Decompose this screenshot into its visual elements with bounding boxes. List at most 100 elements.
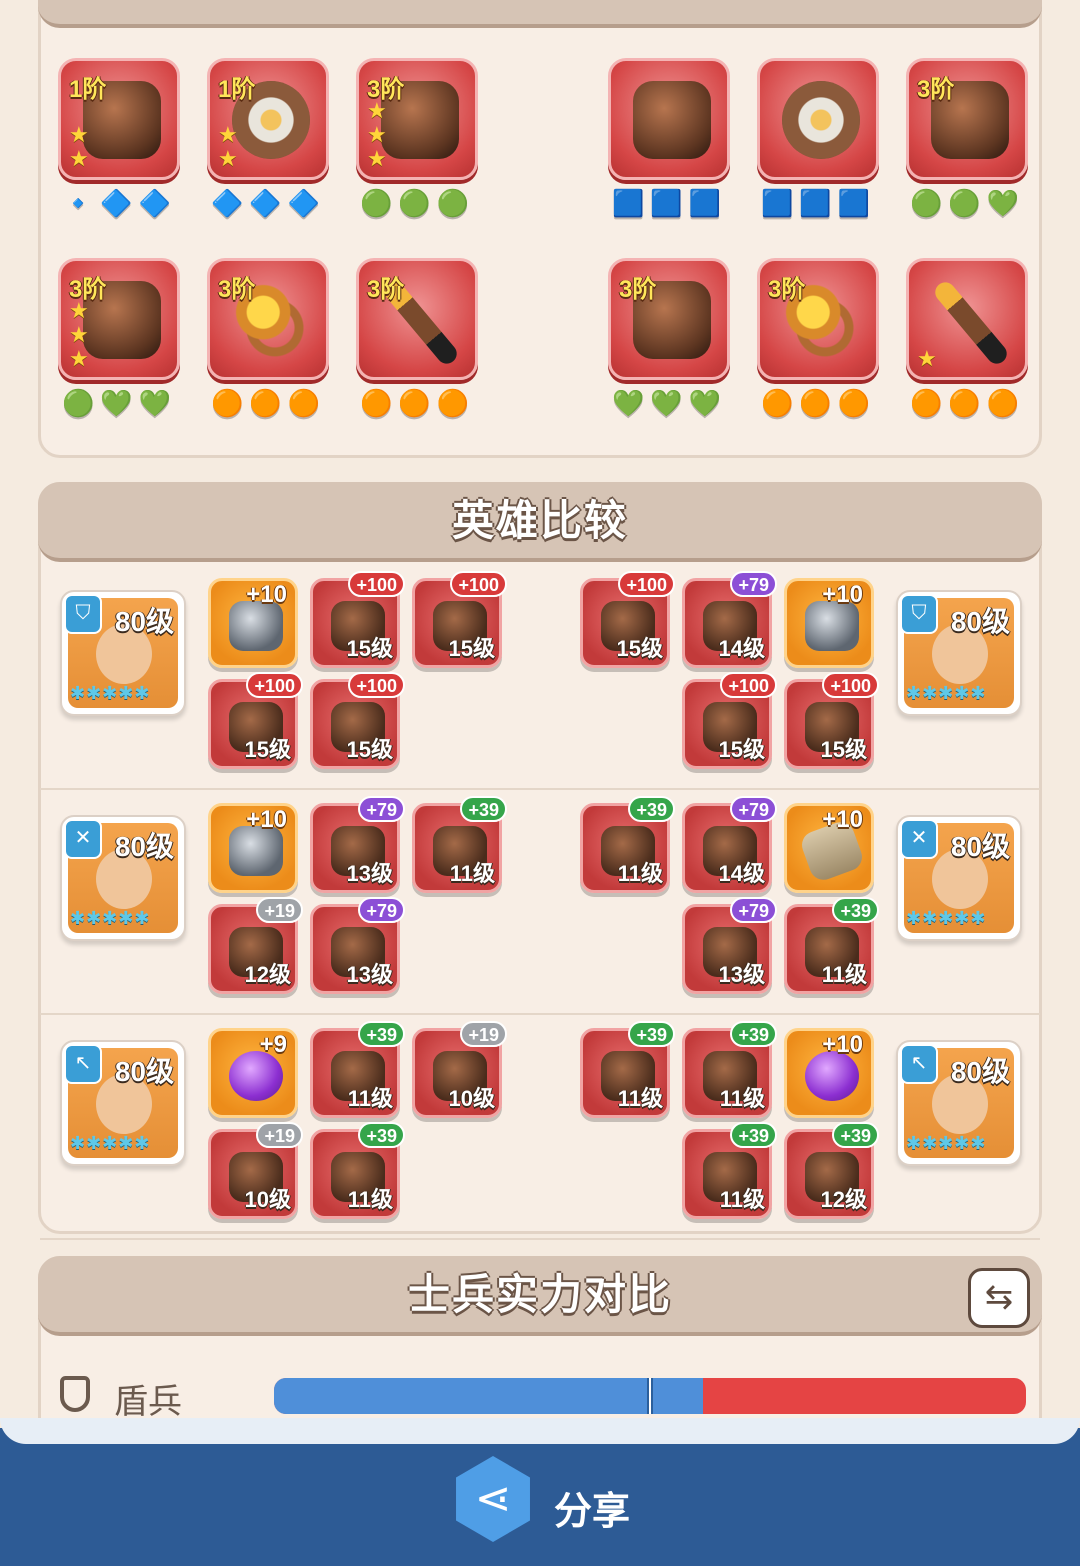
gear-bonus-badge: +19 <box>460 1021 507 1047</box>
hero-gear-slot[interactable]: +10 <box>784 803 874 893</box>
hero-stars: ✱✱✱✱✱ <box>70 1133 151 1153</box>
equipment-slot-right-2[interactable] <box>757 58 879 180</box>
hero-card-right[interactable]: ↖ 80级 ✱✱✱✱✱ <box>896 1040 1022 1166</box>
hero-gear-slot[interactable]: +9 <box>208 1028 298 1118</box>
gear-level: 15级 <box>718 737 765 762</box>
hero-gear-slot[interactable]: +19 10级 <box>208 1122 303 1219</box>
hero-gear-slot[interactable]: +10 <box>208 803 298 893</box>
equipment-stars: ★★ <box>218 122 238 171</box>
gear-level: 11级 <box>617 861 663 886</box>
gear-level: 11级 <box>617 1086 663 1111</box>
gear-bonus-badge: +39 <box>358 1021 405 1047</box>
hero-gear-slot[interactable]: +39 11级 <box>682 1122 777 1219</box>
hero-gear-slot[interactable]: +100 15级 <box>784 672 879 769</box>
hero-card-left[interactable]: ⛉ 80级 ✱✱✱✱✱ <box>60 590 186 716</box>
soldier-row-shield: 盾兵 <box>56 1372 1026 1421</box>
gear-level: 14级 <box>718 861 765 886</box>
hero-gear-slot[interactable]: +79 14级 <box>682 796 777 893</box>
hero-gear-slot[interactable]: +39 11级 <box>412 796 507 893</box>
soldier-compare-title: 士兵实力对比 <box>407 1271 672 1318</box>
shield-icon: ⛉ <box>64 594 102 634</box>
gem-sockets: 🟢💚💚 <box>62 388 178 418</box>
hero-compare-title: 英雄比较 <box>451 497 628 544</box>
hero-gear-slot[interactable]: +39 12级 <box>784 1122 879 1219</box>
hero-stars: ✱✱✱✱✱ <box>906 908 987 928</box>
hero-gear-slot[interactable]: +79 14级 <box>682 571 777 668</box>
gear-level: 11级 <box>719 1086 765 1111</box>
equipment-compare-panel <box>38 0 1042 458</box>
hero-gear-slot[interactable]: +10 <box>208 578 298 668</box>
hero-gear-slot[interactable]: +100 15级 <box>310 672 405 769</box>
gear-level: 14级 <box>718 636 765 661</box>
hero-level: 80级 <box>950 831 1010 862</box>
swap-button[interactable]: ⇆ <box>968 1268 1030 1328</box>
equipment-slot-right-1[interactable] <box>608 58 730 180</box>
equipment-slot-left-4[interactable]: 3阶 ★★★ <box>58 258 180 380</box>
equipment-slot-left-6[interactable]: 3阶 <box>356 258 478 380</box>
gear-level: 13级 <box>346 962 393 987</box>
hero-gear-slot[interactable]: +10 <box>784 578 874 668</box>
hero-level: 80级 <box>114 831 174 862</box>
equipment-slot-right-6[interactable]: ★ <box>906 258 1028 380</box>
gear-bonus-badge: +100 <box>348 571 405 597</box>
gear-bonus-badge: +39 <box>832 897 879 923</box>
gear-bonus-badge: +100 <box>618 571 675 597</box>
hero-gear-slot[interactable]: +10 <box>784 1028 874 1118</box>
crossbow-icon: ✕ <box>900 819 938 859</box>
equipment-slot-left-5[interactable]: 3阶 <box>207 258 329 380</box>
hero-gear-slot[interactable]: +79 13级 <box>682 897 777 994</box>
divider <box>40 1013 1040 1015</box>
hero-gear-slot[interactable]: +100 15级 <box>682 672 777 769</box>
player-power-fill <box>274 1378 703 1414</box>
equipment-slot-right-4[interactable]: 3阶 <box>608 258 730 380</box>
share-label[interactable]: 分享 <box>554 1480 630 1535</box>
gear-bonus-badge: +19 <box>256 897 303 923</box>
hero-gear-slot[interactable]: +39 11级 <box>682 1021 777 1118</box>
equipment-slot-left-2[interactable]: 1阶 ★★ <box>207 58 329 180</box>
gear-level: 15级 <box>448 636 495 661</box>
gear-level: 12级 <box>244 962 291 987</box>
hero-card-left[interactable]: ✕ 80级 ✱✱✱✱✱ <box>60 815 186 941</box>
equipment-slot-left-3[interactable]: 3阶 ★★★ <box>356 58 478 180</box>
hero-card-right[interactable]: ⛉ 80级 ✱✱✱✱✱ <box>896 590 1022 716</box>
hero-gear-slot[interactable]: +39 11级 <box>310 1021 405 1118</box>
gem-sockets: 🟠🟠🟠 <box>360 388 476 418</box>
equipment-tier: 3阶 <box>768 276 806 303</box>
equipment-tier: 1阶 <box>69 76 107 103</box>
equipment-stars: ★ <box>917 346 937 371</box>
equipment-stars: ★★★ <box>69 298 89 371</box>
gear-bonus-badge: +79 <box>730 897 777 923</box>
midpoint-marker <box>647 1378 653 1414</box>
gear-bonus-badge: +39 <box>730 1122 777 1148</box>
gear-level: 11级 <box>347 1187 393 1212</box>
equipment-slot-right-5[interactable]: 3阶 <box>757 258 879 380</box>
hero-gear-slot[interactable]: +100 15级 <box>208 672 303 769</box>
hero-gear-slot[interactable]: +100 15级 <box>310 571 405 668</box>
hero-gear-slot[interactable]: +39 11级 <box>310 1122 405 1219</box>
hero-gear-slot[interactable]: +79 13级 <box>310 796 405 893</box>
gear-bonus-badge: +100 <box>720 672 777 698</box>
equipment-tier: 3阶 <box>917 76 955 103</box>
hero-card-left[interactable]: ↖ 80级 ✱✱✱✱✱ <box>60 1040 186 1166</box>
hero-gear-slot[interactable]: +39 11级 <box>580 1021 675 1118</box>
gear-level: 15级 <box>820 737 867 762</box>
hero-card-right[interactable]: ✕ 80级 ✱✱✱✱✱ <box>896 815 1022 941</box>
equipment-slot-left-1[interactable]: 1阶 ★★ <box>58 58 180 180</box>
hero-gear-slot[interactable]: +19 12级 <box>208 897 303 994</box>
hero-gear-slot[interactable]: +100 15级 <box>580 571 675 668</box>
swap-arrows-icon: ⇆ <box>984 1278 1014 1316</box>
wand-icon: ↖ <box>64 1044 102 1084</box>
hero-gear-slot[interactable]: +100 15级 <box>412 571 507 668</box>
gear-bonus-badge: +10 <box>246 806 287 833</box>
gem-sockets: 💚💚💚 <box>612 388 728 418</box>
gear-bonus-badge: +100 <box>348 672 405 698</box>
gear-level: 15级 <box>346 737 393 762</box>
hero-gear-slot[interactable]: +19 10级 <box>412 1021 507 1118</box>
wand-icon: ↖ <box>900 1044 938 1084</box>
hero-gear-slot[interactable]: +79 13级 <box>310 897 405 994</box>
gear-bonus-badge: +100 <box>450 571 507 597</box>
gear-bonus-badge: +9 <box>259 1031 287 1058</box>
hero-gear-slot[interactable]: +39 11级 <box>784 897 879 994</box>
equipment-slot-right-3[interactable]: 3阶 <box>906 58 1028 180</box>
hero-gear-slot[interactable]: +39 11级 <box>580 796 675 893</box>
